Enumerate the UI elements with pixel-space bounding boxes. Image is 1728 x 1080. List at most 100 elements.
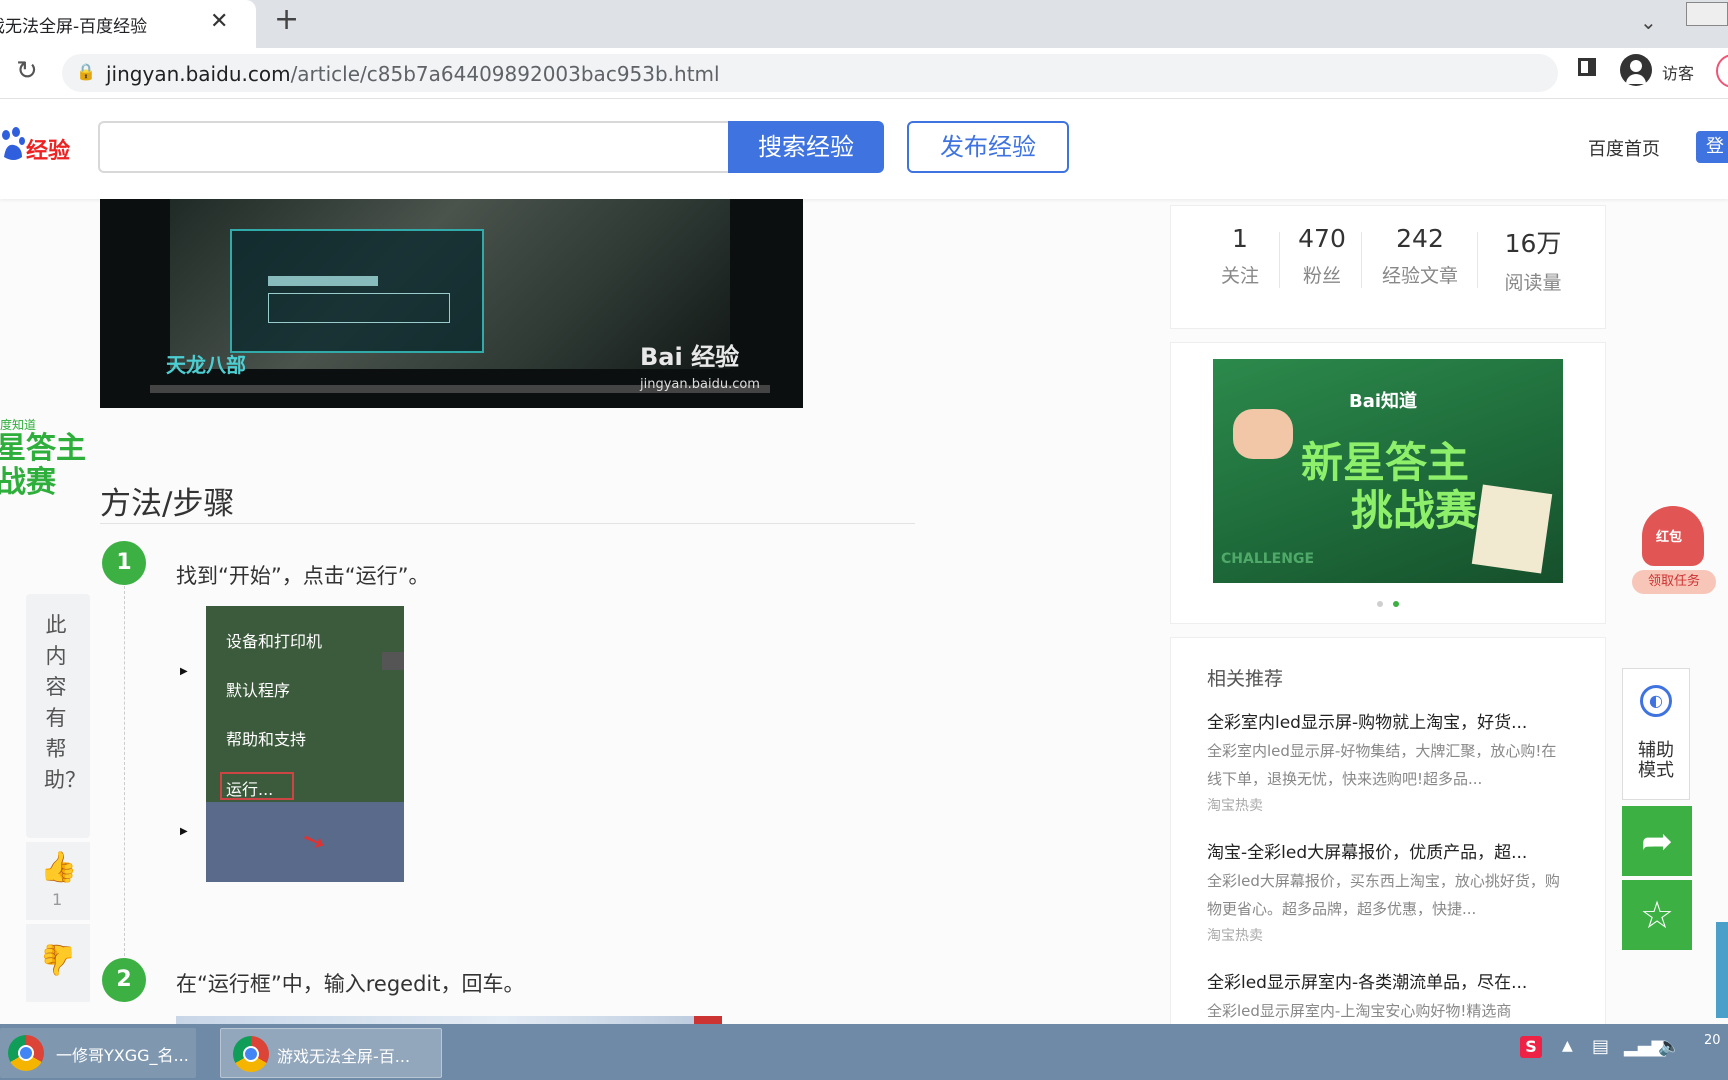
stat-value: 470 — [1298, 224, 1346, 253]
baidu-jingyan-logo[interactable]: 经验 — [0, 123, 80, 169]
step-connector — [124, 586, 125, 956]
assist-mode-button[interactable]: ◐ 辅助模式 — [1622, 668, 1690, 800]
banner-card: Bai知道 新星答主 挑战赛 CHALLENGE — [1170, 342, 1606, 624]
search-input[interactable] — [98, 121, 728, 173]
banner-subheadline: 挑战赛 — [1351, 486, 1478, 535]
related-item[interactable]: 淘宝-全彩led大屏幕报价，优质产品，超... 全彩led大屏幕报价，买东西上淘… — [1207, 838, 1569, 945]
challenge-badge[interactable]: 度知道 星答主 战赛 — [0, 412, 86, 516]
menu-item-devices: 设备和打印机 — [226, 632, 323, 651]
thumb-down-icon: 👍 — [40, 942, 78, 977]
logo-text: 经验 — [26, 139, 71, 164]
profile-label[interactable]: 访客 — [1662, 60, 1694, 84]
tab-search-chevron-icon[interactable]: ⌄ — [1640, 10, 1657, 34]
dislike-button[interactable]: 👍 — [26, 924, 90, 1002]
taskbar-item-label: 游戏无法全屏-百... — [277, 1047, 411, 1066]
windows-taskbar: 一修哥YXGG_名... 游戏无法全屏-百... S ▲ ▤ ▂▄▆ 🔈 20 — [0, 1024, 1728, 1080]
favorite-button[interactable]: ☆ — [1622, 880, 1692, 950]
related-item[interactable]: 全彩室内led显示屏-购物就上淘宝，好货... 全彩室内led显示屏-好物集结，… — [1207, 708, 1569, 815]
game-dialog — [230, 229, 484, 353]
baidu-paw-icon — [2, 127, 25, 160]
game-dialog-box — [268, 293, 450, 323]
related-item-desc: 全彩室内led显示屏-好物集结，大牌汇聚，放心购!在线下单，退换无忧，快来选购吧… — [1207, 742, 1557, 788]
edge-widget — [1716, 922, 1728, 1018]
claim-task-button[interactable]: 领取任务 — [1632, 570, 1716, 594]
banner-logo: Bai知道 — [1349, 391, 1418, 412]
new-tab-button[interactable]: + — [274, 5, 299, 35]
lock-icon[interactable]: 🔒 — [76, 62, 96, 81]
search-button[interactable]: 搜索经验 — [728, 121, 884, 173]
site-header: 经验 搜索经验 发布经验 百度首页 登 — [0, 99, 1728, 199]
stat-label: 关注 — [1220, 265, 1259, 287]
avatar-body — [1626, 74, 1646, 84]
stat-reads[interactable]: 16万 阅读量 — [1483, 224, 1583, 295]
red-packet-label: 红包 — [1656, 530, 1683, 545]
chrome-icon — [233, 1036, 269, 1072]
stat-label: 经验文章 — [1381, 265, 1458, 287]
like-count: 1 — [52, 890, 63, 909]
related-item-desc: 全彩led大屏幕报价，买东西上淘宝，放心挑好货，购物更省心。超多品牌，超多优惠，… — [1207, 872, 1560, 918]
ime-icon[interactable]: S — [1520, 1036, 1542, 1058]
browser-tab-active[interactable]: 戏无法全屏-百度经验 ✕ — [0, 0, 256, 48]
volume-icon[interactable]: 🔈 — [1658, 1036, 1680, 1057]
stat-value: 16万 — [1504, 229, 1562, 258]
stat-value: 242 — [1396, 224, 1444, 253]
related-item-title[interactable]: 淘宝-全彩led大屏幕报价，优质产品，超... — [1207, 838, 1569, 863]
publish-button[interactable]: 发布经验 — [907, 121, 1069, 173]
chrome-icon — [8, 1035, 44, 1071]
tab-close-icon[interactable]: ✕ — [210, 9, 228, 34]
step-text: 找到“开始”，点击“运行”。 — [176, 564, 430, 588]
carousel-dot[interactable] — [1377, 601, 1383, 607]
related-card: 相关推荐 全彩室内led显示屏-购物就上淘宝，好货... 全彩室内led显示屏-… — [1170, 637, 1606, 1039]
extension-icon[interactable] — [1716, 54, 1728, 88]
window-restore-button[interactable] — [1686, 2, 1728, 26]
related-heading: 相关推荐 — [1207, 668, 1284, 690]
article-hero-image: 天龙八部 Bai 经验 jingyan.baidu.com — [100, 199, 803, 408]
watermark-url: jingyan.baidu.com — [640, 377, 760, 392]
thumb-up-icon: 👍 — [40, 850, 78, 885]
baidu-home-link[interactable]: 百度首页 — [1588, 135, 1660, 161]
url-path: /article/c85b7a64409892003bac953b.html — [290, 62, 720, 86]
url-text[interactable]: jingyan.baidu.com/article/c85b7a64409892… — [106, 62, 720, 86]
accessibility-icon: ◐ — [1640, 685, 1672, 717]
assist-mode-label: 辅助模式 — [1638, 740, 1674, 781]
taskbar-item-label: 一修哥YXGG_名... — [56, 1046, 189, 1065]
game-dialog-field — [268, 276, 378, 286]
share-button[interactable]: ➦ — [1622, 806, 1692, 876]
helpful-prompt: 此内容有帮助？ — [44, 613, 86, 792]
watermark-brand: Bai 经验 — [640, 343, 740, 371]
related-item-title[interactable]: 全彩室内led显示屏-购物就上淘宝，好货... — [1207, 708, 1569, 733]
stat-value: 1 — [1232, 224, 1248, 253]
related-item[interactable]: 全彩led显示屏室内-各类潮流单品，尽在... 全彩led显示屏室内-上淘宝安心… — [1207, 968, 1569, 1023]
related-item-source: 淘宝热卖 — [1207, 928, 1263, 944]
address-bar[interactable]: 🔒 jingyan.baidu.com/article/c85b7a644098… — [62, 54, 1558, 92]
challenge-banner[interactable]: Bai知道 新星答主 挑战赛 CHALLENGE — [1213, 359, 1563, 583]
clock[interactable]: 20 — [1704, 1032, 1721, 1050]
stat-articles[interactable]: 242 经验文章 — [1369, 224, 1471, 288]
menu-item-help: 帮助和支持 — [226, 730, 307, 749]
stat-follow[interactable]: 1 关注 — [1211, 224, 1269, 288]
step-text: 在“运行框”中，输入regedit，回车。 — [176, 972, 525, 996]
like-button[interactable]: 👍 1 — [26, 842, 90, 920]
banner-hand-illustration — [1233, 409, 1293, 459]
step-image-start-menu[interactable]: 设备和打印机 默认程序 帮助和支持 运行... ➘ — [206, 606, 404, 882]
tray-expand-icon[interactable]: ▲ — [1562, 1038, 1573, 1054]
taskbar-item-active[interactable]: 游戏无法全屏-百... — [220, 1028, 442, 1078]
clipboard-icon[interactable]: ▤ — [1592, 1036, 1609, 1057]
submenu-arrow-icon: ▶ — [180, 826, 188, 837]
red-packet-widget[interactable]: 红包 领取任务 — [1632, 506, 1716, 598]
stat-fans[interactable]: 470 粉丝 — [1289, 224, 1355, 288]
reload-icon[interactable]: ↻ — [16, 56, 38, 86]
banner-footer: CHALLENGE — [1221, 551, 1315, 567]
stat-divider — [1279, 232, 1280, 288]
taskbar-item[interactable]: 一修哥YXGG_名... — [0, 1028, 196, 1078]
tab-strip: 戏无法全屏-百度经验 ✕ + ⌄ — [0, 0, 1728, 48]
section-divider — [100, 523, 915, 524]
login-button[interactable]: 登 — [1696, 131, 1728, 163]
profile-avatar-icon[interactable] — [1620, 54, 1652, 86]
banner-paper-illustration — [1471, 484, 1553, 574]
side-panel-icon[interactable] — [1578, 58, 1596, 76]
related-item-source: 淘宝热卖 — [1207, 798, 1263, 814]
carousel-dot-active[interactable] — [1393, 601, 1399, 607]
related-item-title[interactable]: 全彩led显示屏室内-各类潮流单品，尽在... — [1207, 968, 1569, 993]
stat-divider — [1361, 232, 1362, 288]
